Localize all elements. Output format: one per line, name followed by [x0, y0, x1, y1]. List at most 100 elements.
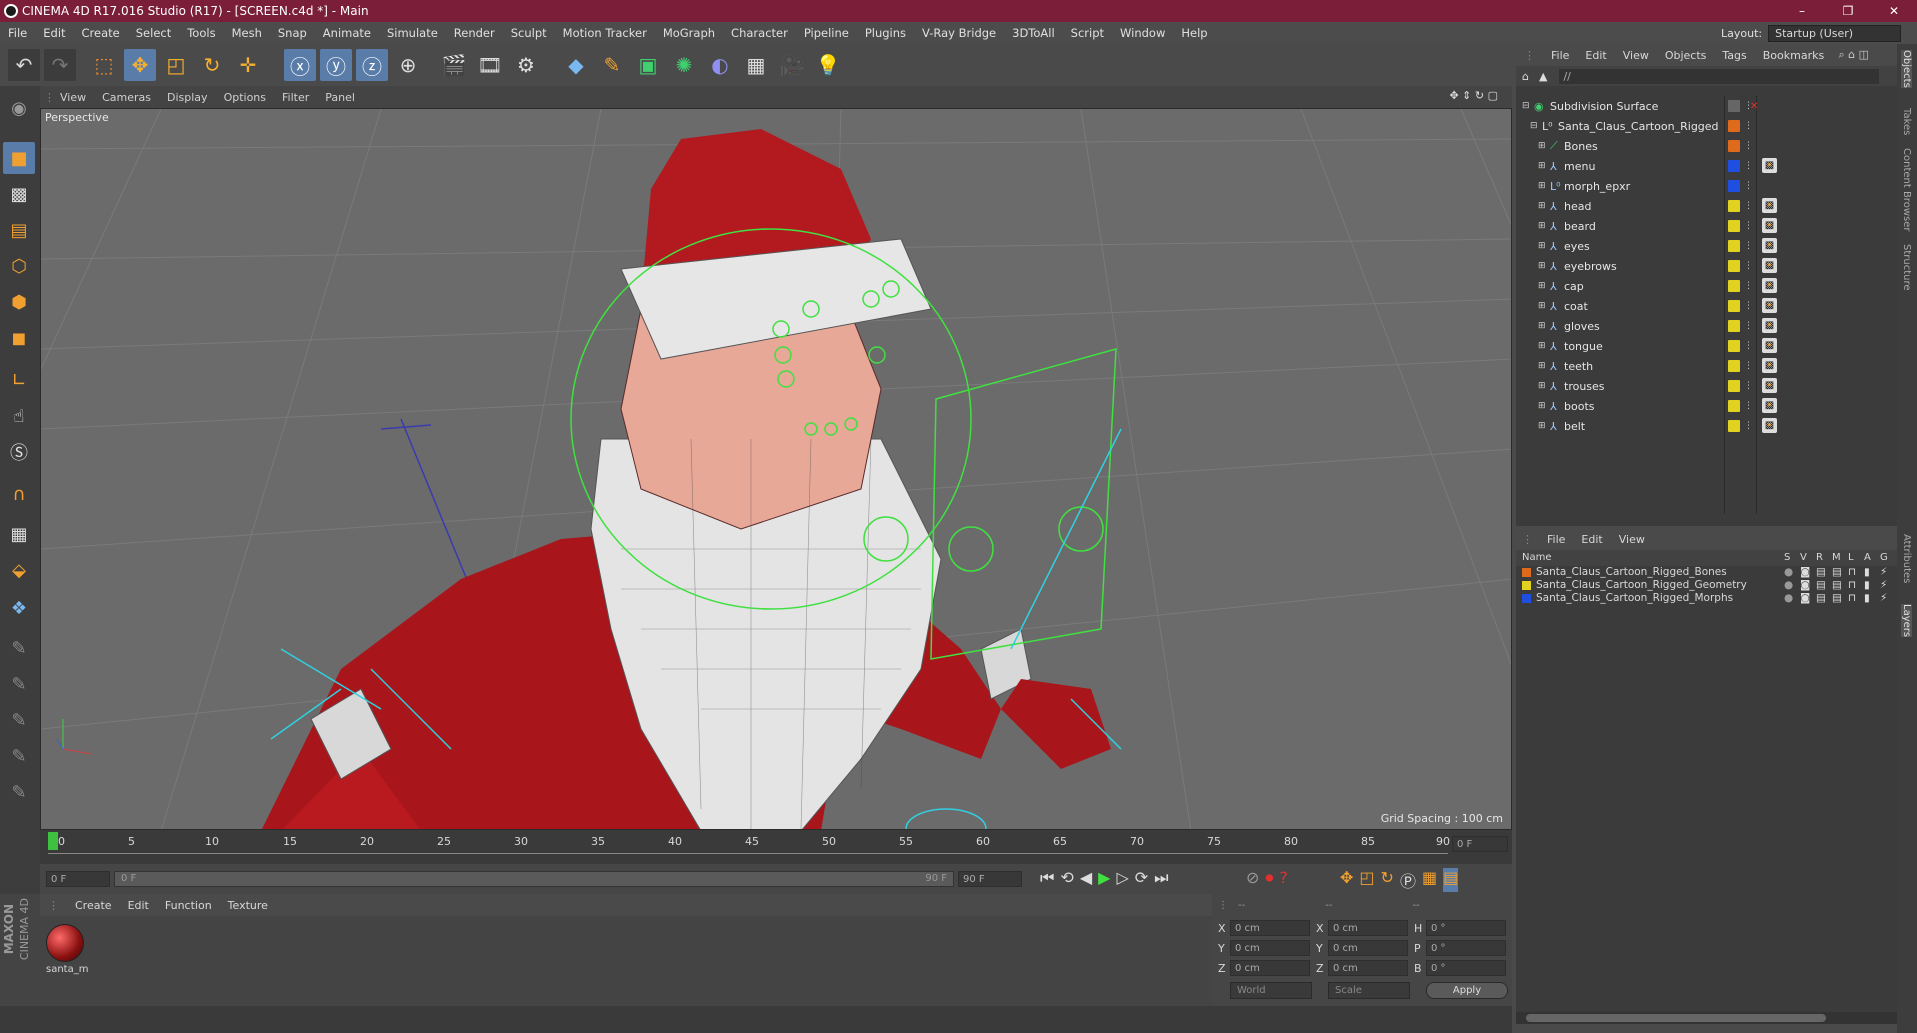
layer-color-swatch[interactable] — [1728, 220, 1740, 232]
layer-horizontal-scrollbar[interactable] — [1516, 1012, 1897, 1024]
key-parameter-icon[interactable]: Ⓟ — [1400, 868, 1416, 892]
phong-tag-icon[interactable]: • — [1762, 238, 1777, 253]
layer-menu-view[interactable]: View — [1611, 533, 1653, 546]
visibility-dots[interactable]: ⋮ — [1744, 301, 1753, 311]
layer-lock-icon[interactable]: ⊓ — [1848, 579, 1856, 591]
expand-icon[interactable]: ⊞ — [1538, 241, 1546, 251]
layer-row[interactable]: Santa_Claus_Cartoon_Rigged_Bones ● ◙ ▤ ▤ ⊓ ▮ ⚡ — [1516, 566, 1897, 579]
material-menu-texture[interactable]: Texture — [220, 899, 276, 912]
layer-solo-icon[interactable]: ● — [1784, 579, 1793, 591]
phong-tag-icon[interactable]: • — [1762, 418, 1777, 433]
edges-mode-icon[interactable]: ⬢ — [3, 286, 35, 318]
layer-generator-icon[interactable]: ⚡ — [1880, 592, 1887, 604]
object-menu-file[interactable]: File — [1543, 49, 1577, 62]
menu-simulate[interactable]: Simulate — [379, 26, 446, 40]
expand-icon[interactable]: ⊞ — [1538, 281, 1546, 291]
layer-color-swatch[interactable] — [1728, 240, 1740, 252]
render-picture-viewer-icon[interactable]: 🎞 — [474, 49, 506, 81]
material-menu-function[interactable]: Function — [157, 899, 220, 912]
layer-visible-icon[interactable]: ◙ — [1800, 566, 1810, 578]
layer-manager-icon[interactable]: ▤ — [1832, 592, 1842, 604]
transform-tool-icon[interactable]: ✛ — [232, 49, 264, 81]
visibility-dots[interactable]: ⋮ — [1744, 241, 1753, 251]
expand-icon[interactable]: ⊞ — [1538, 361, 1546, 371]
floor-grid-icon[interactable]: ▦ — [740, 49, 772, 81]
visibility-dots[interactable]: ⋮ — [1744, 281, 1753, 291]
sculpt-brush-2-icon[interactable]: ✎ — [3, 668, 35, 700]
object-row-teeth[interactable]: ⊞⅄teeth⋮⚙●▩• — [1516, 356, 1897, 376]
rotation-b-field[interactable] — [1426, 960, 1506, 976]
visibility-dots[interactable]: ⋮ — [1744, 321, 1753, 331]
layer-color-swatch[interactable] — [1522, 581, 1531, 590]
layer-row[interactable]: Santa_Claus_Cartoon_Rigged_Morphs ● ◙ ▤ ▤ ⊓ ▮ ⚡ — [1516, 592, 1897, 605]
workplane-mode-icon[interactable]: ▤ — [3, 214, 35, 246]
coord-mode-dropdown[interactable]: Scale — [1328, 982, 1410, 999]
menu-mesh[interactable]: Mesh — [224, 26, 270, 40]
expand-icon[interactable]: ⊞ — [1538, 321, 1546, 331]
object-row-beard[interactable]: ⊞⅄beard⋮⚙●▩• — [1516, 216, 1897, 236]
move-tool-icon[interactable]: ✥ — [124, 49, 156, 81]
tab-attributes[interactable]: Attributes — [1901, 534, 1912, 583]
layer-manager-icon[interactable]: ▤ — [1832, 566, 1842, 578]
phong-tag-icon[interactable]: • — [1762, 198, 1777, 213]
phong-tag-icon[interactable]: • — [1762, 338, 1777, 353]
object-row-gloves[interactable]: ⊞⅄gloves⋮⚙●▩• — [1516, 316, 1897, 336]
tab-takes[interactable]: Takes — [1901, 108, 1912, 135]
viewport-menu-view[interactable]: View — [52, 91, 94, 104]
menu-script[interactable]: Script — [1063, 26, 1112, 40]
layer-menu-file[interactable]: File — [1539, 533, 1573, 546]
x-axis-lock-icon[interactable]: ⓧ — [284, 49, 316, 81]
points-mode-icon[interactable]: ⬡ — [3, 250, 35, 282]
phong-tag-icon[interactable]: • — [1762, 398, 1777, 413]
object-row-menu[interactable]: ⊞⅄menu⋮⚙●▩• — [1516, 156, 1897, 176]
material-menu-create[interactable]: Create — [67, 899, 120, 912]
current-frame-field[interactable] — [1452, 836, 1508, 852]
menu-vray-bridge[interactable]: V-Ray Bridge — [914, 26, 1004, 40]
spline-pen-icon[interactable]: ✎ — [596, 49, 628, 81]
key-pla-icon[interactable]: ▦ — [1422, 868, 1437, 892]
menu-sculpt[interactable]: Sculpt — [503, 26, 555, 40]
expand-icon[interactable]: ⊞ — [1538, 221, 1546, 231]
phong-tag-icon[interactable]: • — [1762, 378, 1777, 393]
object-search-icons[interactable]: ⌕ ⌂ ◫ — [1830, 48, 1877, 62]
menu-window[interactable]: Window — [1112, 26, 1173, 40]
layer-color-swatch[interactable] — [1728, 420, 1740, 432]
layer-color-swatch[interactable] — [1728, 140, 1740, 152]
expand-icon[interactable]: ⊟ — [1530, 121, 1538, 131]
python-icon[interactable]: ❖ — [3, 592, 35, 624]
size-y-field[interactable] — [1328, 940, 1408, 956]
live-selection-icon[interactable]: ⬚ — [88, 49, 120, 81]
visibility-dots[interactable]: ⋮ — [1744, 381, 1753, 391]
layer-lock-icon[interactable]: ⊓ — [1848, 566, 1856, 578]
menu-plugins[interactable]: Plugins — [857, 26, 914, 40]
go-to-start-icon[interactable]: ⏮ — [1040, 868, 1054, 888]
layer-color-swatch[interactable] — [1522, 594, 1531, 603]
size-z-field[interactable] — [1328, 960, 1408, 976]
y-axis-lock-icon[interactable]: ⓨ — [320, 49, 352, 81]
z-axis-lock-icon[interactable]: ⓩ — [356, 49, 388, 81]
axis-mode-icon[interactable]: ∟ — [3, 364, 35, 396]
viewport-menu-display[interactable]: Display — [159, 91, 216, 104]
layer-visible-icon[interactable]: ◙ — [1800, 579, 1810, 591]
layer-color-swatch[interactable] — [1728, 180, 1740, 192]
material-menu-edit[interactable]: Edit — [120, 899, 157, 912]
viewport-menu-options[interactable]: Options — [216, 91, 274, 104]
start-frame-field[interactable] — [46, 871, 110, 887]
layer-name[interactable]: Santa_Claus_Cartoon_Rigged_Morphs — [1536, 592, 1733, 604]
phong-tag-icon[interactable]: • — [1762, 158, 1777, 173]
cube-primitive-icon[interactable]: ◆ — [560, 49, 592, 81]
menu-3dtoall[interactable]: 3DToAll — [1004, 26, 1063, 40]
layer-color-swatch[interactable] — [1728, 280, 1740, 292]
tweak-mode-icon[interactable]: ☝ — [3, 400, 35, 432]
play-icon[interactable]: ▶ — [1098, 868, 1110, 888]
layer-render-icon[interactable]: ▤ — [1816, 566, 1826, 578]
phong-tag-icon[interactable]: • — [1762, 358, 1777, 373]
visibility-dots[interactable]: ⋮ — [1744, 341, 1753, 351]
object-row-tongue[interactable]: ⊞⅄tongue⋮⚙●▩• — [1516, 336, 1897, 356]
next-key-icon[interactable]: ⟳ — [1135, 868, 1148, 888]
material-swatch[interactable]: santa_m — [46, 924, 88, 976]
layer-color-swatch[interactable] — [1728, 320, 1740, 332]
position-x-field[interactable] — [1230, 920, 1310, 936]
viewport-menu-panel[interactable]: Panel — [317, 91, 363, 104]
layer-color-swatch[interactable] — [1728, 260, 1740, 272]
